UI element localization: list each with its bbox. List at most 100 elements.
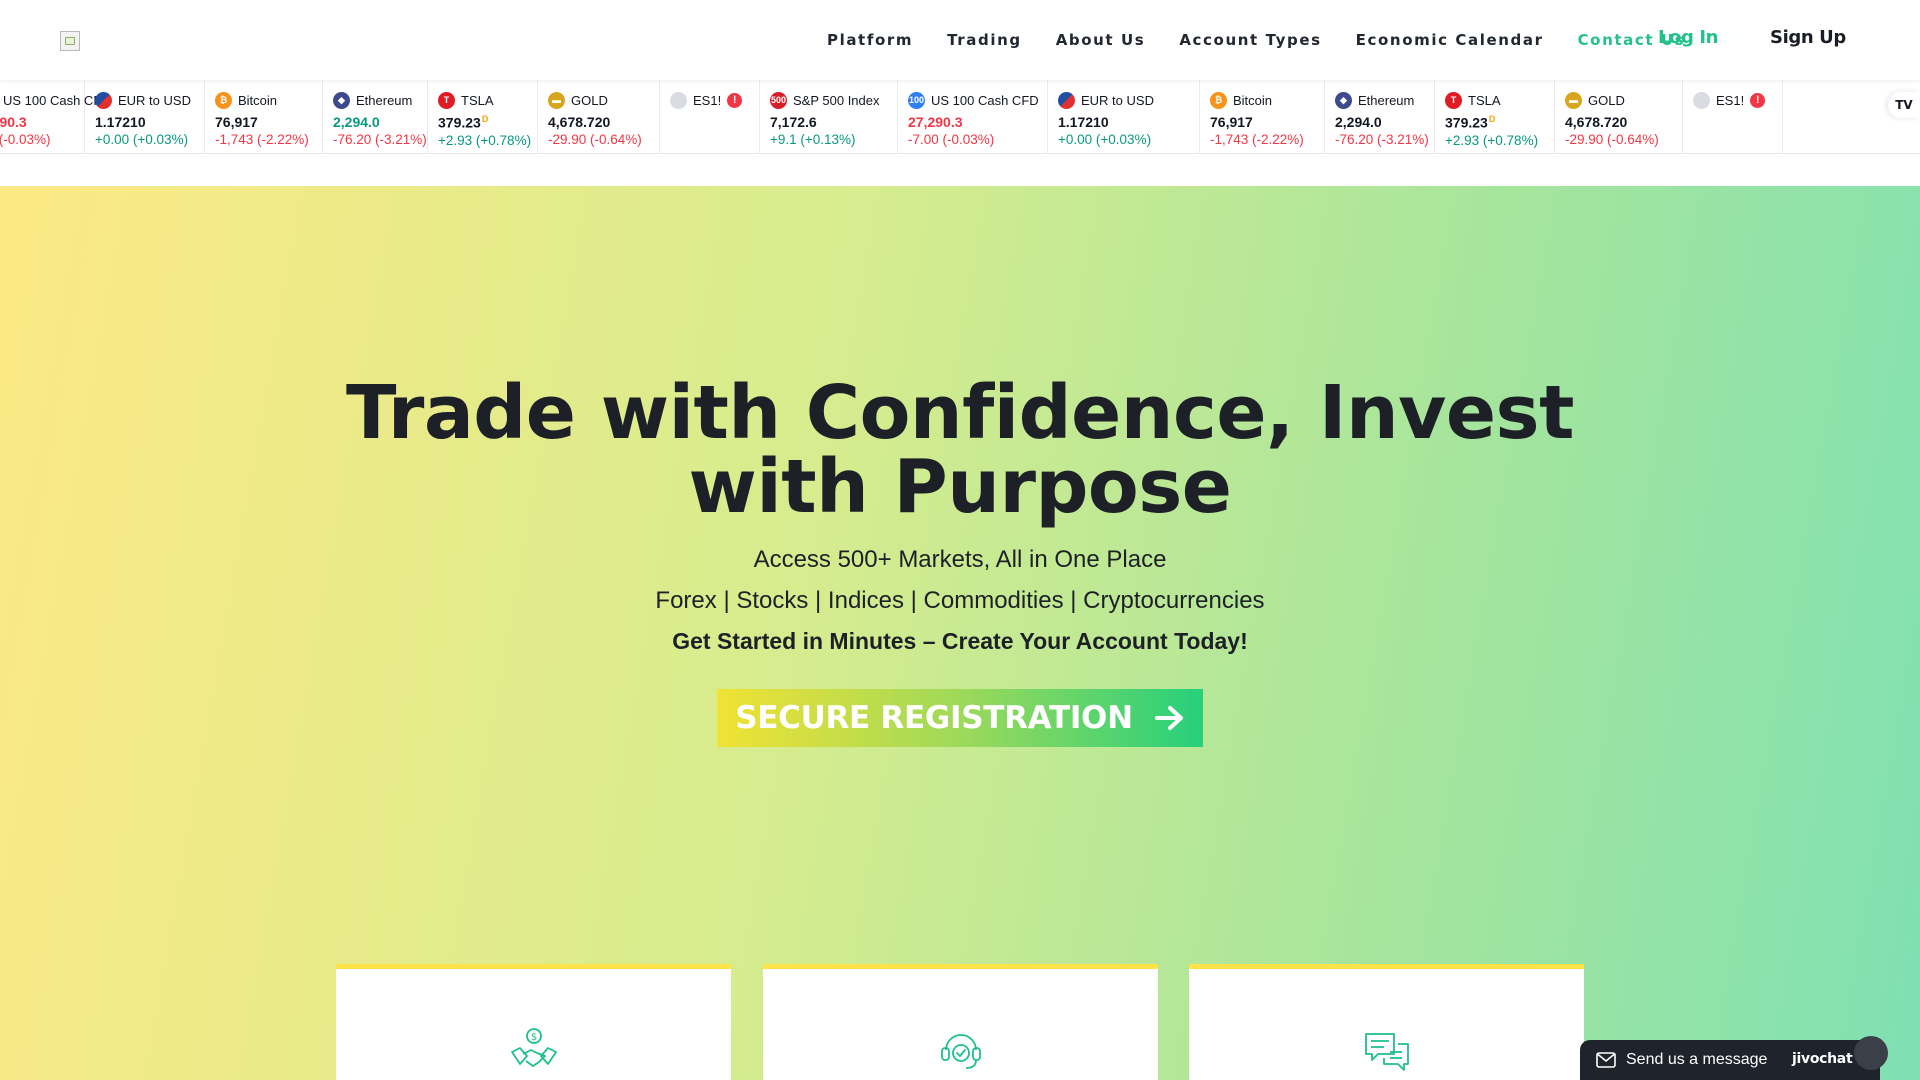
ticker-price: 1.17210 [95,114,146,130]
ticker-item-header: ▬ GOLD [548,90,649,110]
feature-card-support [763,964,1158,1080]
delayed-data-mark: D [481,114,489,124]
ticker-item[interactable]: ₿ Bitcoin 76,917 -1,743 (-2.22%) [205,80,323,153]
ticker-item[interactable]: ▬ GOLD 4,678.720 -29.90 (-0.64%) [538,80,660,153]
ticker-item[interactable]: ◆ Ethereum 2,294.0 -76.20 (-3.21%) [323,80,428,153]
ticker-price: 2,294.0 [333,114,380,130]
chat-widget[interactable]: Send us a message jivochat [1580,1036,1888,1080]
ticker-item[interactable]: ▬ GOLD 4,678.720 -29.90 (-0.64%) [1555,80,1683,153]
ticker-item[interactable]: ES1!! [660,80,760,153]
ticker-symbol-name: US 100 Cash CFD [931,92,1039,108]
login-link[interactable]: Log In [1658,27,1719,48]
ticker-symbol-name: ES1! [1716,92,1745,108]
ethereum-icon: ◆ [333,91,350,109]
ticker-symbol-name: EUR to USD [118,92,191,108]
ticker-price: 4,678.720 [1565,114,1628,130]
ticker-change: -1,743 (-2.22%) [1210,132,1304,147]
gold-icon: ▬ [548,91,565,109]
ticker-item[interactable]: ₿ Bitcoin 76,917 -1,743 (-2.22%) [1200,80,1325,153]
ticker-price: 379.23D [438,114,489,131]
T-icon: T [1445,91,1462,109]
ticker-symbol-name: Ethereum [1358,92,1415,108]
ticker-item[interactable]: EUR to USD 1.17210 +0.00 (+0.03%) [85,80,205,153]
ticker-item-header: EUR to USD [95,90,194,110]
nav-platform[interactable]: Platform [827,31,913,49]
ticker-symbol-name: EUR to USD [1081,92,1154,108]
nav-about-us[interactable]: About Us [1056,31,1146,49]
ticker-item[interactable]: T TSLA 379.23D +2.93 (+0.78%) [428,80,538,153]
ticker-symbol-name: TSLA [1468,92,1501,108]
ticker-item[interactable]: 500 S&P 500 Index 7,172.6 +9.1 (+0.13%) [760,80,898,153]
gold-icon: ▬ [1565,91,1582,109]
ticker-price: 27,290.3 [908,114,963,130]
svg-text:$: $ [530,1032,536,1043]
ticker-symbol-name: Bitcoin [1233,92,1273,108]
ticker-price: 76,917 [1210,114,1253,130]
ticker-change: +0.00 (+0.03%) [1058,132,1152,147]
ticker-symbol-name: GOLD [1588,92,1625,108]
hero-title: Trade with Confidence, Invest with Purpo… [346,370,1574,530]
feature-card-partnership: $ [336,964,731,1080]
ticker-item-header: 100US 100 Cash CFD [0,90,111,110]
secure-registration-label: SECURE REGISTRATION [735,700,1133,736]
headset-support-icon [940,1034,981,1069]
tradingview-logo-icon[interactable]: TV [1888,92,1920,118]
ticker-item-header: ◆ Ethereum [1335,90,1424,110]
currency-flag-icon [95,91,112,109]
jivochat-logo: jivochat [1792,1051,1853,1067]
nav-economic-calendar[interactable]: Economic Calendar [1356,31,1544,49]
ticker-price: 4,678.720 [548,114,611,130]
envelope-icon [1596,1052,1616,1068]
ticker-price: 2,294.0 [1335,114,1382,130]
ethereum-icon: ◆ [1335,91,1352,109]
chat-bubbles-icon [1364,1033,1409,1071]
broken-image-icon [65,37,75,45]
ticker-price: 7,290.3 [0,114,27,130]
ticker-item-header: 500 S&P 500 Index [770,90,887,110]
bitcoin-icon: ₿ [215,91,232,109]
ticker-symbol-name: Ethereum [356,92,413,108]
ticker-change: 00 (-0.03%) [0,132,51,147]
ticker-item-header: ES1!! [670,90,749,110]
ticker-change: -1,743 (-2.22%) [215,132,309,147]
site-logo[interactable] [60,31,80,51]
delayed-data-mark: D [1488,114,1496,124]
ticker-item-header: T TSLA [438,90,527,110]
hero-cta-text: Get Started in Minutes – Create Your Acc… [672,628,1248,654]
es-icon [670,91,687,109]
ticker-item-header: ES1!! [1693,90,1772,110]
ticker-item-header: EUR to USD [1058,90,1189,110]
ticker-item-header: ◆ Ethereum [333,90,417,110]
ticker-symbol-name: Bitcoin [238,92,278,108]
es-icon [1693,91,1710,109]
arrow-right-icon [1154,706,1183,730]
main-nav: Platform Trading About Us Account Types … [827,0,1719,80]
signup-link[interactable]: Sign Up [1770,27,1846,48]
site-header: Platform Trading About Us Account Types … [0,0,1920,80]
ticker-change: -29.90 (-0.64%) [548,132,642,147]
hero-subtitle-markets: Access 500+ Markets, All in One Place [753,546,1167,573]
T-icon: T [438,91,455,109]
chat-widget-label: Send us a message [1626,1051,1768,1068]
ticker-change: -29.90 (-0.64%) [1565,132,1659,147]
500-icon: 500 [770,91,787,109]
ticker-change: +0.00 (+0.03%) [95,132,189,147]
ticker-change: +2.93 (+0.78%) [1445,132,1539,148]
100-icon: 100 [908,91,925,109]
ticker-item[interactable]: 100US 100 Cash CFD 7,290.3 00 (-0.03%) [0,80,111,153]
ticker-item[interactable]: ES1!! [1683,80,1783,153]
ticker-item[interactable]: EUR to USD 1.17210 +0.00 (+0.03%) [1048,80,1200,153]
ticker-item[interactable]: T TSLA 379.23D +2.93 (+0.78%) [1435,80,1555,153]
ticker-symbol-name: S&P 500 Index [793,92,880,108]
secure-registration-button[interactable]: SECURE REGISTRATION [717,689,1203,747]
ticker-item[interactable]: 100 US 100 Cash CFD 27,290.3 -7.00 (-0.03%) [898,80,1048,153]
nav-account-types[interactable]: Account Types [1179,31,1321,49]
ticker-item[interactable]: ◆ Ethereum 2,294.0 -76.20 (-3.21%) [1325,80,1435,153]
ticker-price: 7,172.6 [770,114,817,130]
ticker-tape: 100US 100 Cash CFD7,290.300 (-0.03%)EUR … [0,80,1920,154]
ticker-change: -7.00 (-0.03%) [908,132,995,147]
warning-icon: ! [1750,92,1766,108]
ticker-track: 100US 100 Cash CFD7,290.300 (-0.03%)EUR … [0,80,1783,153]
nav-trading[interactable]: Trading [947,31,1022,49]
ticker-item-header: T TSLA [1445,90,1544,110]
